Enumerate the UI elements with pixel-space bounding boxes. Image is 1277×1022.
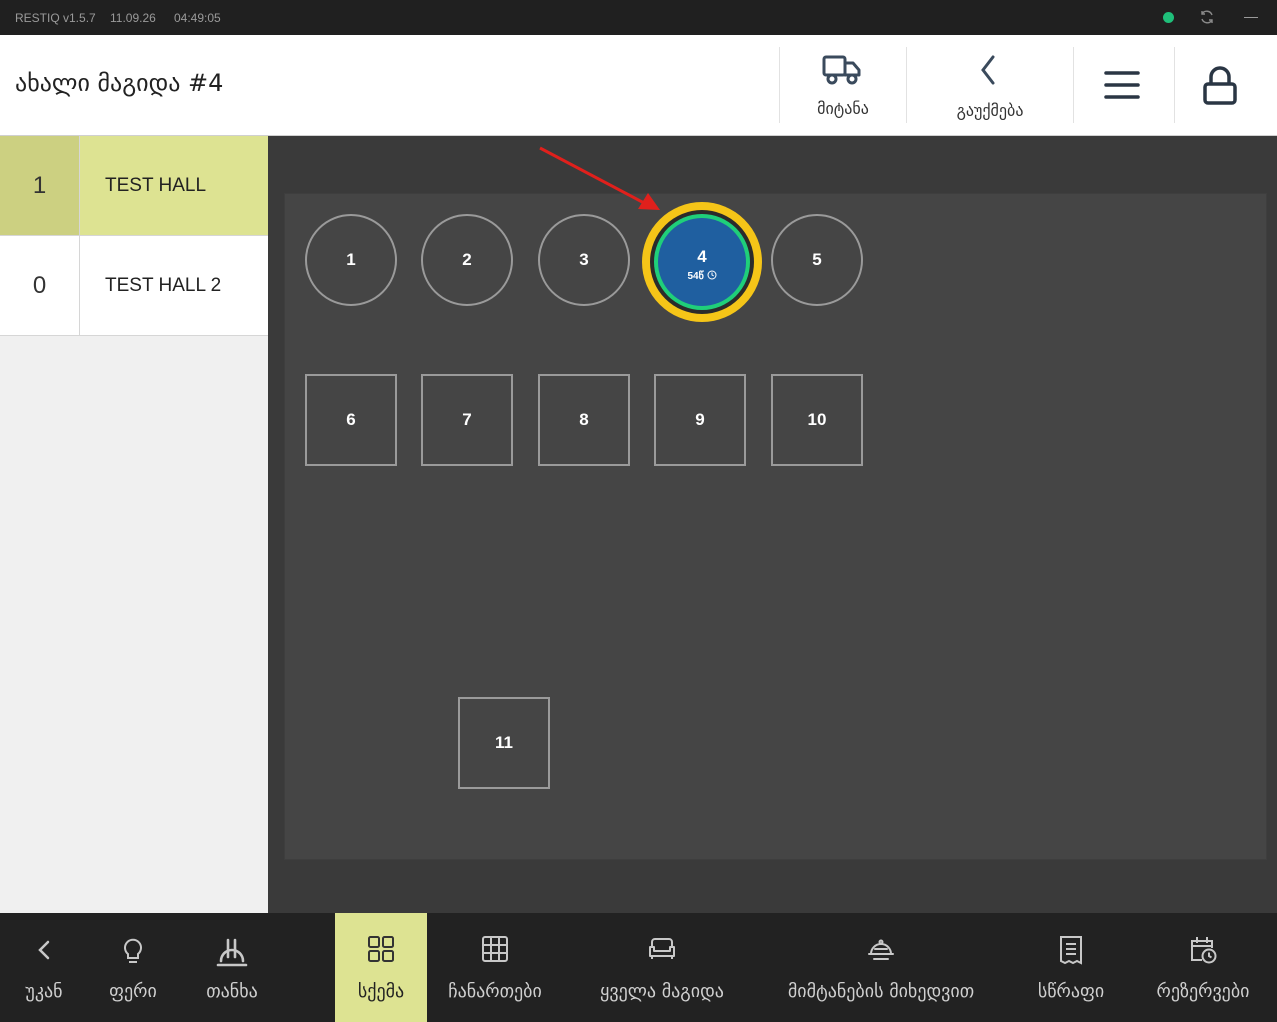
table-8[interactable]: 8 <box>538 374 630 466</box>
delivery-label: მიტანა <box>817 99 869 118</box>
timer-value: 54წ <box>687 271 704 282</box>
nav-scheme[interactable]: სქემა <box>335 913 427 1022</box>
table-number: 4 <box>697 247 707 266</box>
hall-list: 1 TEST HALL 0 TEST HALL 2 <box>0 136 268 913</box>
table-icon <box>481 935 509 965</box>
floor-plan-canvas: 1 2 3 4 54წ 5 6 7 8 9 10 11 <box>284 193 1267 860</box>
nav-label: სწრაფი <box>1037 981 1105 1002</box>
table-number: 2 <box>462 250 472 269</box>
receipt-icon <box>1058 935 1084 965</box>
cancel-label: გაუქმება <box>956 101 1024 120</box>
table-number: 5 <box>812 250 822 269</box>
nav-color[interactable]: ფერი <box>88 913 178 1022</box>
table-3[interactable]: 3 <box>538 214 630 306</box>
table-timer: 54წ <box>658 270 746 282</box>
menu-button[interactable] <box>1074 35 1174 135</box>
table-4-body: 4 54წ <box>658 218 746 306</box>
table-number: 6 <box>346 410 356 429</box>
nav-label: ყველა მაგიდა <box>600 981 724 1002</box>
table-number: 10 <box>807 410 827 429</box>
annotation-arrow-icon <box>539 146 660 210</box>
table-4-status-ring: 4 54წ <box>654 214 750 310</box>
chevron-left-icon <box>36 935 52 965</box>
truck-icon <box>822 53 862 91</box>
table-9[interactable]: 9 <box>654 374 746 466</box>
table-4-selected[interactable]: 4 54წ <box>642 202 762 322</box>
table-number: 7 <box>462 410 472 429</box>
nav-tabs[interactable]: ჩანართები <box>440 913 550 1022</box>
title-bar: RESTIQ v1.5.7 11.09.26 04:49:05 <box>0 0 1277 35</box>
cancel-button[interactable]: გაუქმება <box>907 35 1073 135</box>
nav-all-tables[interactable]: ყველა მაგიდა <box>590 913 734 1022</box>
time-display: 04:49:05 <box>174 11 221 25</box>
table-number: 3 <box>579 250 589 269</box>
calendar-clock-icon <box>1188 935 1218 965</box>
clock-icon <box>707 270 717 280</box>
header: ახალი მაგიდა #4 მიტანა გაუქმება <box>0 35 1277 136</box>
table-4-border: 4 54წ <box>650 210 754 314</box>
table-number: 9 <box>695 410 705 429</box>
nav-label: ჩანართები <box>448 981 542 1002</box>
nav-label: უკან <box>25 981 63 1002</box>
hamburger-menu-icon <box>1104 70 1140 104</box>
hall-name: TEST HALL <box>105 175 207 196</box>
nav-quick[interactable]: სწრაფი <box>1024 913 1118 1022</box>
lock-button[interactable] <box>1175 35 1277 135</box>
sofa-icon <box>647 935 677 965</box>
hall-table-count: 0 <box>0 236 80 335</box>
minimize-icon[interactable] <box>1244 17 1258 18</box>
nav-label: მიმტანების მიხედვით <box>787 981 975 1002</box>
delivery-button[interactable]: მიტანა <box>780 35 906 135</box>
floor-plan-area: 1 2 3 4 54წ 5 6 7 8 9 10 11 <box>268 136 1277 913</box>
table-11[interactable]: 11 <box>458 697 550 789</box>
table-1[interactable]: 1 <box>305 214 397 306</box>
nav-back[interactable]: უკან <box>0 913 88 1022</box>
lari-icon <box>215 935 249 967</box>
connection-status-icon <box>1163 12 1174 23</box>
table-7[interactable]: 7 <box>421 374 513 466</box>
date-display: 11.09.26 <box>110 11 156 25</box>
table-number: 8 <box>579 410 589 429</box>
serving-dish-icon <box>866 935 896 965</box>
table-5[interactable]: 5 <box>771 214 863 306</box>
table-2[interactable]: 2 <box>421 214 513 306</box>
lock-icon <box>1202 66 1238 110</box>
nav-label: რეზერვები <box>1156 981 1250 1002</box>
table-6[interactable]: 6 <box>305 374 397 466</box>
hall-item-test-hall[interactable]: 1 TEST HALL <box>0 136 268 236</box>
nav-reservations[interactable]: რეზერვები <box>1140 913 1266 1022</box>
hall-name: TEST HALL 2 <box>105 275 222 296</box>
refresh-icon[interactable] <box>1199 9 1215 28</box>
hall-item-test-hall-2[interactable]: 0 TEST HALL 2 <box>0 236 268 336</box>
table-10[interactable]: 10 <box>771 374 863 466</box>
bottom-nav-bar: უკან ფერი თანხა სქემა ჩანართები ყველა მა… <box>0 913 1277 1022</box>
nav-by-waiters[interactable]: მიმტანების მიხედვით <box>766 913 996 1022</box>
chevron-left-icon <box>979 55 997 89</box>
table-number: 11 <box>495 733 513 752</box>
nav-label: სქემა <box>357 981 405 1002</box>
hall-table-count: 1 <box>0 136 80 235</box>
grid-icon <box>367 935 395 965</box>
table-number: 1 <box>346 250 356 269</box>
page-title: ახალი მაგიდა #4 <box>15 69 224 97</box>
nav-label: ფერი <box>109 981 157 1002</box>
lightbulb-icon <box>121 935 145 965</box>
app-version: RESTIQ v1.5.7 <box>15 11 96 25</box>
nav-amount[interactable]: თანხა <box>178 913 286 1022</box>
nav-label: თანხა <box>206 981 258 1002</box>
